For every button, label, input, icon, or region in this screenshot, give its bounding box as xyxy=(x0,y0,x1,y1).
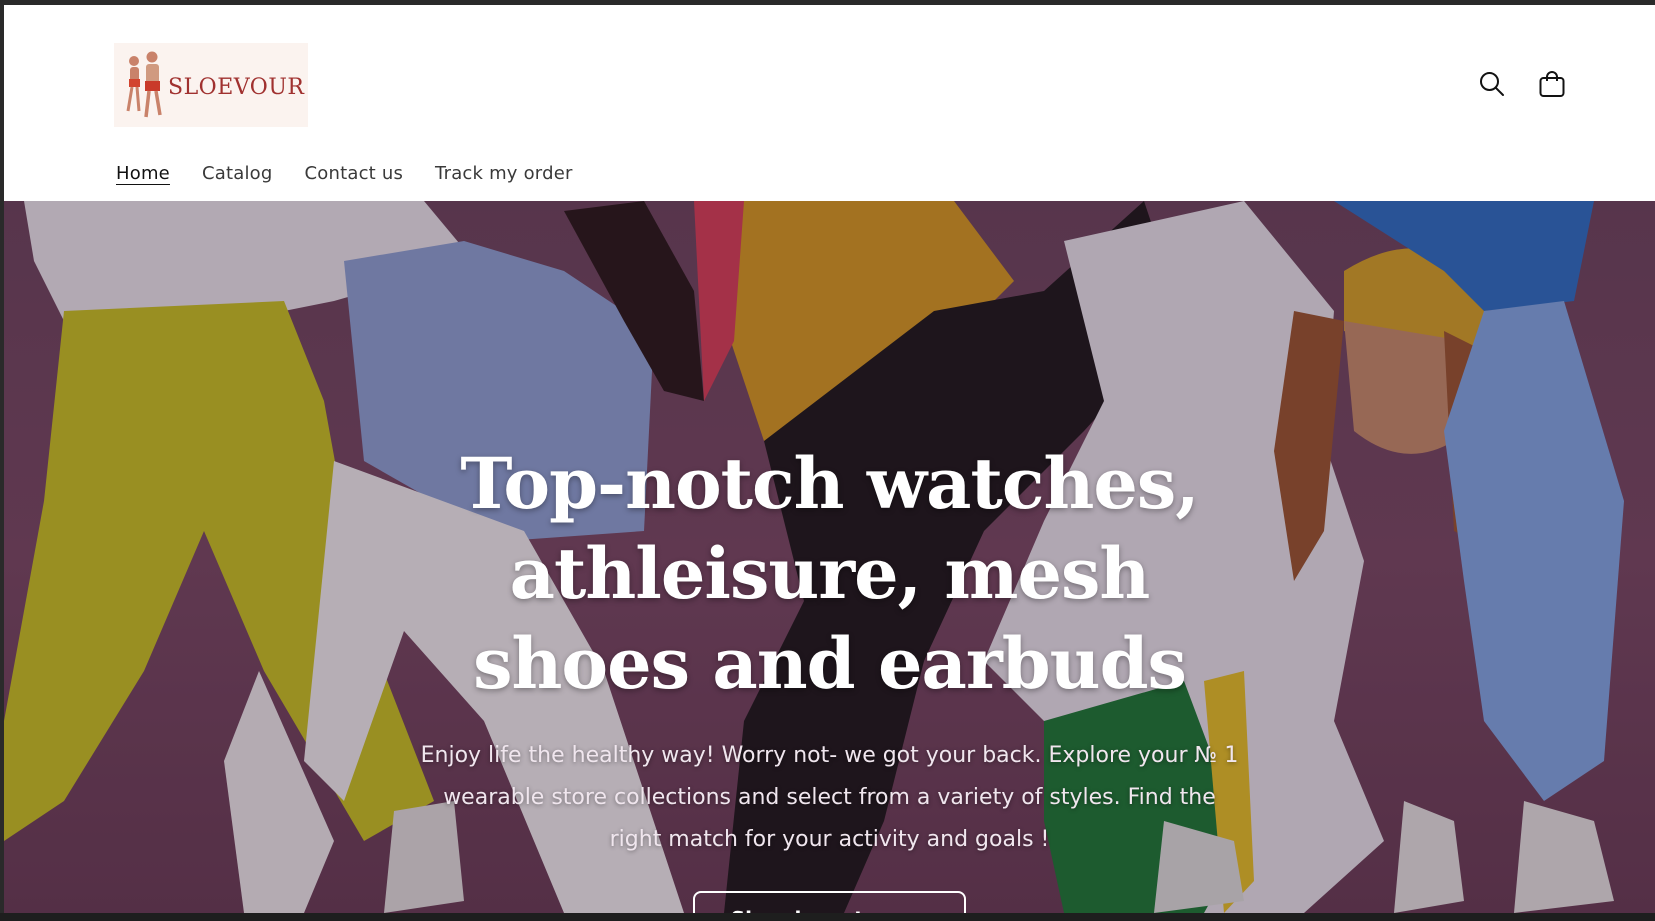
hero-subtitle: Enjoy life the healthy way! Worry not- w… xyxy=(420,743,1239,852)
hero-content: Top-notch watches, athleisure, mesh shoe… xyxy=(4,439,1655,913)
search-icon xyxy=(1480,72,1504,96)
logo-text: SLOEVOUR xyxy=(168,74,305,100)
hero-banner: Top-notch watches, athleisure, mesh shoe… xyxy=(4,201,1655,913)
cart-icon xyxy=(1539,71,1565,97)
shop-by-category-button[interactable]: Shop by category xyxy=(692,891,967,913)
site-logo[interactable]: SLOEVOUR xyxy=(114,43,308,127)
browser-page: SLOEVOUR Home Catalog Contact us Track m… xyxy=(4,5,1655,913)
search-button[interactable] xyxy=(1475,67,1509,101)
nav-item-home[interactable]: Home xyxy=(116,163,170,184)
window-bottom-edge xyxy=(0,913,1655,921)
nav-item-contact-us[interactable]: Contact us xyxy=(305,163,404,184)
site-header: SLOEVOUR Home Catalog Contact us Track m… xyxy=(4,5,1655,201)
cart-button[interactable] xyxy=(1535,67,1569,101)
main-nav: Home Catalog Contact us Track my order xyxy=(116,163,573,184)
nav-item-catalog[interactable]: Catalog xyxy=(202,163,273,184)
runners-logo-icon xyxy=(126,51,162,118)
nav-item-track-my-order[interactable]: Track my order xyxy=(435,163,573,184)
header-actions xyxy=(1475,67,1569,101)
hero-title: Top-notch watches, athleisure, mesh shoe… xyxy=(460,442,1199,705)
